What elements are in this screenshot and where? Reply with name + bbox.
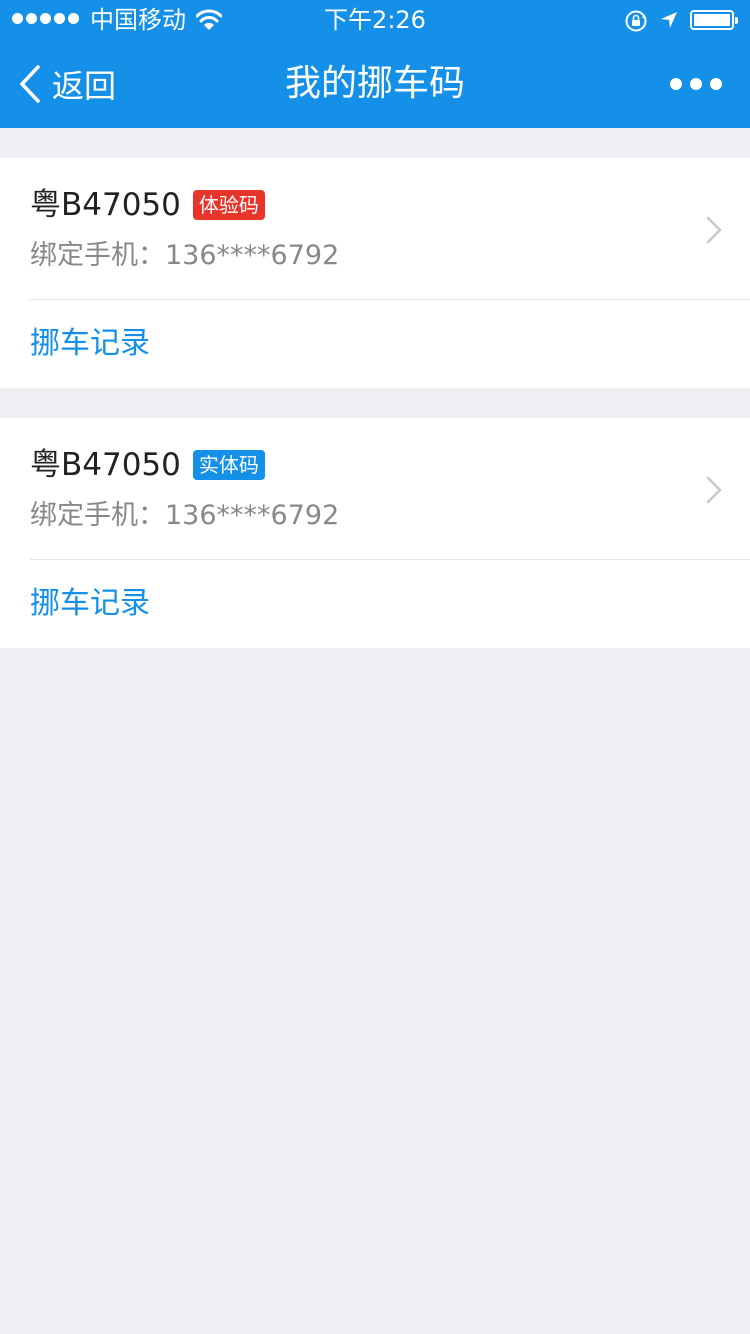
move-record-link[interactable]: 挪车记录 [0,300,750,388]
bound-phone: 绑定手机：136****6792 [30,240,340,271]
move-record-label: 挪车记录 [30,586,150,621]
code-type-badge: 体验码 [192,190,265,220]
move-record-label: 挪车记录 [30,326,150,361]
card-detail-row[interactable]: 粤B47050 实体码 绑定手机：136****6792 [0,418,750,559]
move-record-link[interactable]: 挪车记录 [0,560,750,648]
more-button[interactable] [670,40,722,128]
license-plate: 粤B47050 [30,447,181,483]
license-plate: 粤B47050 [30,187,181,223]
status-bar: 中国移动 下午2:26 [0,0,750,40]
chevron-right-icon [706,216,722,244]
more-dots-icon [670,78,682,90]
move-code-card: 粤B47050 体验码 绑定手机：136****6792 挪车记录 [0,158,750,388]
page-title: 我的挪车码 [284,63,465,104]
rotation-lock-icon [625,10,647,32]
code-type-badge: 实体码 [192,450,265,480]
navigation-bar: 返回 我的挪车码 [0,40,750,128]
move-code-card: 粤B47050 实体码 绑定手机：136****6792 挪车记录 [0,418,750,648]
battery-icon [690,10,738,30]
chevron-right-icon [706,476,722,504]
location-arrow-icon [661,12,677,28]
card-detail-row[interactable]: 粤B47050 体验码 绑定手机：136****6792 [0,158,750,299]
bound-phone: 绑定手机：136****6792 [30,500,340,531]
